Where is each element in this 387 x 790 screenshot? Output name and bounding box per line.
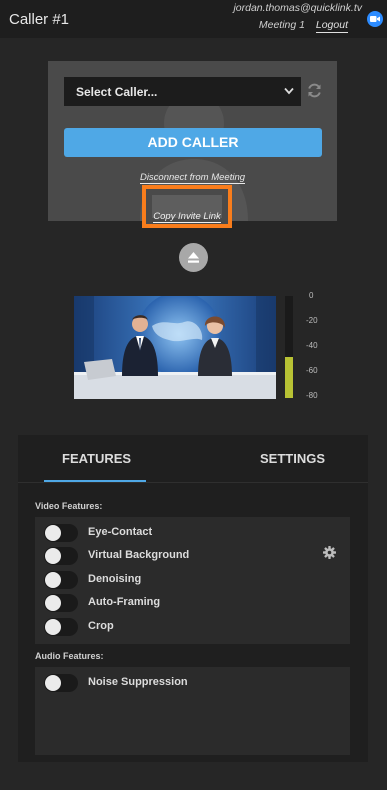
disconnect-from-meeting-link[interactable]: Disconnect from Meeting <box>139 172 246 184</box>
eject-icon <box>188 252 199 263</box>
meter-tick: -40 <box>306 341 318 350</box>
copy-invite-link-row: Copy Invite Link <box>152 211 222 223</box>
tab-features[interactable]: FEATURES <box>62 451 131 466</box>
feature-label: Virtual Background <box>88 549 190 561</box>
feature-label: Noise Suppression <box>88 676 188 688</box>
copy-invite-container: Copy Invite Link <box>152 195 222 223</box>
toggle-knob <box>45 595 61 611</box>
feature-label: Eye-Contact <box>88 526 153 538</box>
crop-toggle[interactable] <box>44 618 78 636</box>
video-features-list: Eye-Contact Virtual Background Denoising… <box>35 517 350 644</box>
features-panel: FEATURES SETTINGS Video Features: Eye-Co… <box>18 435 368 762</box>
meter-tick: -80 <box>306 391 318 400</box>
page-title: Caller #1 <box>9 11 70 28</box>
caller-select-value: Select Caller... <box>76 85 158 99</box>
meter-tick: -60 <box>306 366 318 375</box>
meter-tick: 0 <box>309 291 314 300</box>
copy-invite-highlight: Copy Invite Link <box>142 185 232 228</box>
feature-label: Crop <box>88 620 114 632</box>
denoising-toggle[interactable] <box>44 571 78 589</box>
top-bar: Caller #1 jordan.thomas@quicklink.tv Mee… <box>0 0 387 38</box>
chevron-down-icon <box>284 87 294 95</box>
tab-settings[interactable]: SETTINGS <box>260 451 325 466</box>
disconnect-link-row: Disconnect from Meeting <box>48 172 337 184</box>
auto-framing-toggle[interactable] <box>44 594 78 612</box>
meter-tick: -20 <box>306 316 318 325</box>
virtual-background-toggle[interactable] <box>44 547 78 565</box>
user-email: jordan.thomas@quicklink.tv <box>233 2 362 14</box>
video-features-title: Video Features: <box>35 501 103 511</box>
eject-button[interactable] <box>179 243 208 272</box>
audio-features-title: Audio Features: <box>35 651 104 661</box>
copy-invite-link[interactable]: Copy Invite Link <box>153 211 221 223</box>
toggle-knob <box>45 525 61 541</box>
toggle-knob <box>45 675 61 691</box>
toggle-knob <box>45 548 61 564</box>
audio-level-fill <box>285 357 293 398</box>
refresh-icon[interactable] <box>306 82 323 99</box>
tab-divider <box>18 482 368 483</box>
video-preview <box>74 296 276 399</box>
toggle-knob <box>45 572 61 588</box>
caller-select[interactable]: Select Caller... <box>64 77 301 106</box>
toggle-knob <box>45 619 61 635</box>
video-camera-icon[interactable] <box>367 11 383 27</box>
audio-features-list: Noise Suppression <box>35 667 350 755</box>
news-anchors-image <box>74 296 276 399</box>
logout-link[interactable]: Logout <box>315 19 348 33</box>
meeting-label: Meeting 1 <box>258 19 305 31</box>
feature-label: Denoising <box>88 573 142 585</box>
noise-suppression-toggle[interactable] <box>44 674 78 692</box>
gear-icon[interactable] <box>323 546 336 559</box>
feature-label: Auto-Framing <box>88 596 161 608</box>
audio-level-meter <box>285 296 293 398</box>
add-caller-button[interactable]: ADD CALLER <box>64 128 322 157</box>
eye-contact-toggle[interactable] <box>44 524 78 542</box>
